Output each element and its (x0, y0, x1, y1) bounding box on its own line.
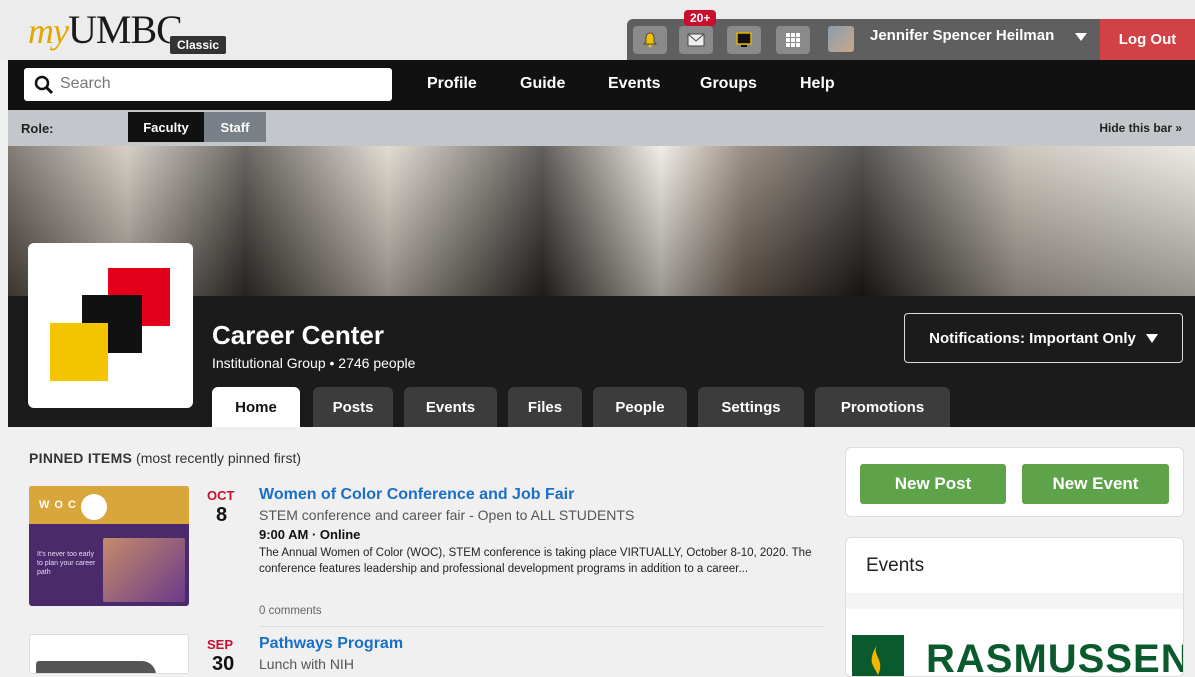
tab-promotions[interactable]: Promotions (815, 387, 950, 427)
tab-files[interactable]: Files (508, 387, 582, 427)
event-subtitle: Lunch with NIH (259, 656, 354, 672)
rasmussen-ad-text[interactable]: RASMUSSEN (926, 637, 1183, 676)
tab-people[interactable]: People (593, 387, 687, 427)
event-date-month: OCT (207, 488, 235, 503)
events-card-title: Events (866, 555, 925, 576)
search-box[interactable] (24, 68, 392, 101)
event-description: The Annual Women of Color (WOC), STEM co… (259, 547, 812, 575)
notifications-label: Notifications: Important Only (929, 329, 1136, 347)
bell-button[interactable] (633, 26, 667, 54)
notifications-dropdown[interactable]: Notifications: Important Only (904, 313, 1183, 363)
new-event-button[interactable]: New Event (1022, 464, 1169, 504)
monitor-icon (736, 32, 752, 47)
mail-icon (687, 33, 705, 47)
thumb-seal (81, 494, 107, 520)
thumb-photo (103, 538, 185, 602)
role-bar: Role: Faculty Staff Hide this bar » (8, 110, 1195, 146)
tab-home[interactable]: Home (212, 387, 300, 427)
logo-main: UMBC (67, 7, 183, 52)
nav-profile[interactable]: Profile (427, 75, 477, 93)
logo-prefix: my (28, 11, 69, 51)
event-thumbnail[interactable] (29, 634, 189, 674)
apps-button[interactable] (776, 26, 810, 54)
new-post-button[interactable]: New Post (860, 464, 1006, 504)
screen-button[interactable] (727, 26, 761, 54)
event-thumbnail[interactable]: WOC It's never too early to plan your ca… (29, 486, 189, 606)
tab-events[interactable]: Events (404, 387, 497, 427)
user-avatar[interactable] (828, 26, 854, 52)
messages-button[interactable] (679, 26, 713, 54)
rasmussen-logo-mark (852, 635, 904, 676)
top-header: myUMBC Classic 20+ Jennifer Spencer Heil… (0, 0, 1195, 60)
event-title-link[interactable]: Women of Color Conference and Job Fair (259, 486, 574, 504)
event-date-day: 30 (212, 653, 235, 675)
tab-settings[interactable]: Settings (698, 387, 804, 427)
myumbc-logo[interactable]: myUMBC (28, 6, 183, 55)
post-actions-card: New Post New Event (845, 447, 1184, 517)
notification-count-badge: 20+ (684, 10, 717, 26)
thumb-caption: It's never too early to plan your career… (37, 551, 96, 576)
bell-icon (643, 32, 657, 48)
role-faculty-button[interactable]: Faculty (128, 112, 204, 142)
event-time: 9:00 AM · Online (259, 527, 361, 542)
event-comments-link[interactable]: 0 comments (259, 605, 322, 617)
tab-posts[interactable]: Posts (313, 387, 393, 427)
apps-grid-icon (786, 33, 800, 47)
logout-button[interactable]: Log Out (1100, 19, 1195, 60)
role-label: Role: (21, 121, 54, 136)
events-card: Events RASMUSSEN (845, 537, 1184, 677)
chevron-down-icon[interactable] (1075, 33, 1087, 41)
nav-guide[interactable]: Guide (520, 75, 565, 93)
group-title: Career Center (212, 320, 384, 350)
career-center-logo (28, 243, 193, 408)
role-staff-button[interactable]: Staff (204, 112, 266, 142)
search-input[interactable] (60, 72, 380, 96)
item-divider (259, 626, 825, 627)
nav-groups[interactable]: Groups (700, 75, 757, 93)
thumb-graphic (36, 661, 156, 673)
nav-events[interactable]: Events (608, 75, 660, 93)
pinned-items-heading: PINNED ITEMS (most recently pinned first… (29, 450, 301, 466)
events-card-strip (846, 593, 1183, 609)
pinned-heading-note: (most recently pinned first) (132, 450, 302, 466)
event-date-month: SEP (207, 637, 234, 652)
pinned-heading-label: PINNED ITEMS (29, 450, 133, 466)
event-title-link[interactable]: Pathways Program (259, 635, 403, 653)
event-subtitle: STEM conference and career fair - Open t… (259, 507, 635, 523)
hide-bar-link[interactable]: Hide this bar » (1099, 121, 1182, 135)
thumb-logo-text: WOC (39, 499, 81, 511)
user-name-menu[interactable]: Jennifer Spencer Heilman (870, 27, 1054, 44)
main-nav: Profile Guide Events Groups Help (8, 60, 1195, 110)
classic-badge: Classic (170, 36, 227, 54)
search-icon (34, 75, 54, 95)
chevron-down-icon (1145, 333, 1158, 343)
event-date-day: 8 (216, 504, 228, 526)
nav-help[interactable]: Help (800, 75, 835, 93)
group-meta: Institutional Group • 2746 people (212, 355, 416, 371)
